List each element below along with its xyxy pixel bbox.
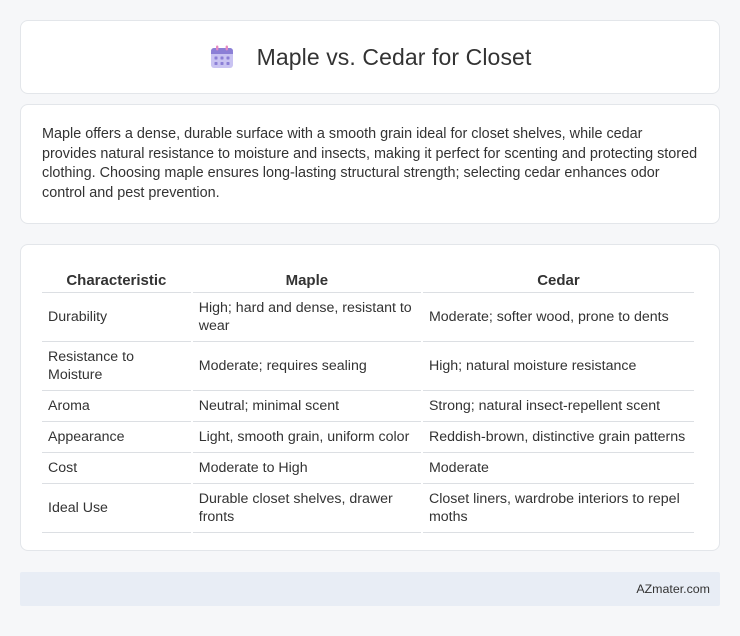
row-characteristic: Aroma — [42, 391, 191, 422]
footer-bar: AZmater.com — [20, 572, 720, 606]
header-cedar: Cedar — [422, 265, 694, 293]
row-characteristic: Durability — [42, 293, 191, 342]
row-characteristic: Resistance to Moisture — [42, 342, 191, 391]
calendar-icon — [210, 45, 233, 68]
footer-site-name: AZmater.com — [636, 582, 710, 596]
table-row: Cost Moderate to High Moderate — [42, 453, 694, 484]
table-header-row: Characteristic Maple Cedar — [42, 265, 694, 293]
header-characteristic: Characteristic — [42, 265, 191, 293]
comparison-table: Characteristic Maple Cedar Durability Hi… — [40, 265, 696, 533]
table-row: Durability High; hard and dense, resista… — [42, 293, 694, 342]
row-cedar-value: Moderate; softer wood, prone to dents — [422, 293, 694, 342]
table-row: Aroma Neutral; minimal scent Strong; nat… — [42, 391, 694, 422]
row-cedar-value: Strong; natural insect-repellent scent — [422, 391, 694, 422]
intro-paragraph: Maple offers a dense, durable surface wi… — [42, 126, 698, 201]
row-cedar-value: High; natural moisture resistance — [422, 342, 694, 391]
comparison-card: Characteristic Maple Cedar Durability Hi… — [20, 244, 720, 551]
row-cedar-value: Closet liners, wardrobe interiors to rep… — [422, 484, 694, 533]
page-title: Maple vs. Cedar for Closet — [256, 43, 532, 70]
intro-card: Maple offers a dense, durable surface wi… — [20, 104, 720, 224]
title-card: Maple vs. Cedar for Closet — [20, 20, 720, 94]
row-maple-value: Moderate to High — [192, 453, 421, 484]
table-row: Appearance Light, smooth grain, uniform … — [42, 422, 694, 453]
header-maple: Maple — [192, 265, 421, 293]
row-maple-value: Durable closet shelves, drawer fronts — [192, 484, 421, 533]
row-maple-value: High; hard and dense, resistant to wear — [192, 293, 421, 342]
row-characteristic: Cost — [42, 453, 191, 484]
row-maple-value: Neutral; minimal scent — [192, 391, 421, 422]
row-characteristic: Ideal Use — [42, 484, 191, 533]
row-cedar-value: Moderate — [422, 453, 694, 484]
title-wrap: Maple vs. Cedar for Closet — [209, 44, 532, 71]
table-row: Ideal Use Durable closet shelves, drawer… — [42, 484, 694, 533]
row-maple-value: Light, smooth grain, uniform color — [192, 422, 421, 453]
row-characteristic: Appearance — [42, 422, 191, 453]
table-row: Resistance to Moisture Moderate; require… — [42, 342, 694, 391]
row-cedar-value: Reddish-brown, distinctive grain pattern… — [422, 422, 694, 453]
row-maple-value: Moderate; requires sealing — [192, 342, 421, 391]
